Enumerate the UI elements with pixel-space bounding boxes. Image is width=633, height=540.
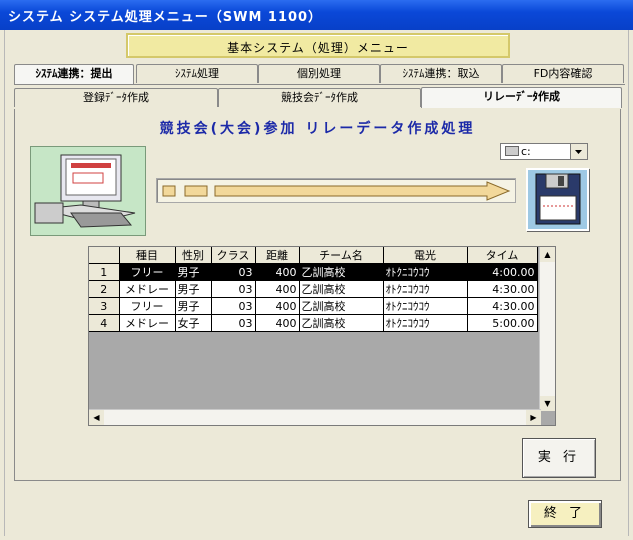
- cell-gender[interactable]: 女子: [175, 314, 212, 332]
- window-title: システム システム処理メニュー（SWM 1100）: [8, 10, 323, 25]
- cell-gender[interactable]: 男子: [175, 297, 212, 315]
- cell-gender[interactable]: 男子: [175, 263, 212, 281]
- col-header[interactable]: タイム: [467, 247, 538, 264]
- col-header[interactable]: 電光: [383, 247, 468, 264]
- tab-label: 個別処理: [297, 67, 341, 80]
- cell-time[interactable]: 5:00.00: [467, 314, 538, 332]
- tab-relay-data[interactable]: リレーﾃﾞｰﾀ作成: [421, 87, 622, 108]
- tab-label: リレーﾃﾞｰﾀ作成: [483, 90, 560, 103]
- cell-time[interactable]: 4:00.00: [467, 263, 538, 281]
- tab-label: ｼｽﾃﾑ連携：取込: [402, 67, 480, 80]
- row-number[interactable]: 1: [89, 263, 120, 281]
- table-row[interactable]: 2 メドレー 男子 03 400 乙訓高校 ｵﾄｸﾆｺｳｺｳ 4:30.00: [89, 280, 538, 298]
- cell-team[interactable]: 乙訓高校: [299, 280, 384, 298]
- cell-display[interactable]: ｵﾄｸﾆｺｳｺｳ: [383, 263, 468, 281]
- scroll-left-icon[interactable]: ◀: [89, 410, 104, 425]
- cell-distance[interactable]: 400: [255, 314, 300, 332]
- table-row[interactable]: 1 フリー 男子 03 400 乙訓高校 ｵﾄｸﾆｺｳｺｳ 4:00.00: [89, 263, 538, 281]
- scroll-up-icon[interactable]: ▲: [540, 247, 555, 262]
- cell-class[interactable]: 03: [211, 297, 256, 315]
- cell-event[interactable]: メドレー: [119, 280, 176, 298]
- floppy-disk-icon: [526, 168, 589, 231]
- tab-label: ｼｽﾃﾑ処理: [175, 67, 219, 80]
- cell-class[interactable]: 03: [211, 314, 256, 332]
- scroll-down-icon[interactable]: ▼: [540, 396, 555, 411]
- row-number[interactable]: 2: [89, 280, 120, 298]
- col-header[interactable]: 性別: [175, 247, 212, 264]
- horizontal-scrollbar[interactable]: ◀ ▶: [89, 409, 541, 425]
- cell-event[interactable]: メドレー: [119, 314, 176, 332]
- row-number[interactable]: 3: [89, 297, 120, 315]
- scroll-right-icon[interactable]: ▶: [526, 410, 541, 425]
- menu-banner: 基本システム（処理）メニュー: [126, 33, 510, 58]
- cell-display[interactable]: ｵﾄｸﾆｺｳｺｳ: [383, 297, 468, 315]
- tab-label: 登録ﾃﾞｰﾀ作成: [83, 91, 149, 104]
- chevron-down-icon[interactable]: [570, 144, 587, 159]
- relay-data-grid[interactable]: 種目 性別 クラス 距離 チーム名 電光 タイム 1 フリー 男子 03 400…: [88, 246, 556, 426]
- tab-label: ｼｽﾃﾑ連携：提出: [35, 67, 113, 80]
- tab-system-link-submit[interactable]: ｼｽﾃﾑ連携：提出: [14, 64, 134, 85]
- transfer-arrow-bar: [156, 178, 516, 203]
- cell-team[interactable]: 乙訓高校: [299, 314, 384, 332]
- computer-illustration: [30, 146, 146, 236]
- cell-distance[interactable]: 400: [255, 297, 300, 315]
- tab-system-link-import[interactable]: ｼｽﾃﾑ連携：取込: [380, 64, 502, 83]
- drive-value: c:: [521, 145, 531, 158]
- cell-distance[interactable]: 400: [255, 263, 300, 281]
- cell-team[interactable]: 乙訓高校: [299, 297, 384, 315]
- table-row[interactable]: 4 メドレー 女子 03 400 乙訓高校 ｵﾄｸﾆｺｳｺｳ 5:00.00: [89, 314, 538, 332]
- tab-competition-data[interactable]: 競技会ﾃﾞｰﾀ作成: [218, 88, 421, 107]
- row-number[interactable]: 4: [89, 314, 120, 332]
- banner-text: 基本システム（処理）メニュー: [227, 41, 409, 55]
- col-header[interactable]: クラス: [211, 247, 256, 264]
- cell-distance[interactable]: 400: [255, 280, 300, 298]
- grid-header: 種目 性別 クラス 距離 チーム名 電光 タイム: [89, 247, 538, 264]
- tab-label: 競技会ﾃﾞｰﾀ作成: [281, 91, 358, 104]
- tab-label: FD内容確認: [533, 67, 593, 80]
- col-header[interactable]: 距離: [255, 247, 300, 264]
- vertical-scrollbar[interactable]: ▲ ▼: [539, 247, 555, 411]
- tab-individual-processing[interactable]: 個別処理: [258, 64, 380, 83]
- tab-divider: [14, 84, 625, 85]
- col-header[interactable]: 種目: [119, 247, 176, 264]
- tab-system-processing[interactable]: ｼｽﾃﾑ処理: [136, 64, 258, 83]
- tab-registration-data[interactable]: 登録ﾃﾞｰﾀ作成: [14, 88, 218, 107]
- page-heading: 競技会(大会)参加 リレーデータ作成処理: [159, 121, 476, 137]
- execute-button[interactable]: 実 行: [522, 438, 596, 478]
- table-row[interactable]: 3 フリー 男子 03 400 乙訓高校 ｵﾄｸﾆｺｳｺｳ 4:30.00: [89, 297, 538, 315]
- end-button[interactable]: 終 了: [528, 500, 602, 528]
- cell-class[interactable]: 03: [211, 280, 256, 298]
- cell-gender[interactable]: 男子: [175, 280, 212, 298]
- cell-team[interactable]: 乙訓高校: [299, 263, 384, 281]
- relay-table: 種目 性別 クラス 距離 チーム名 電光 タイム 1 フリー 男子 03 400…: [89, 247, 538, 332]
- title-bar: システム システム処理メニュー（SWM 1100）: [0, 0, 633, 30]
- cell-time[interactable]: 4:30.00: [467, 280, 538, 298]
- col-header[interactable]: チーム名: [299, 247, 384, 264]
- drive-select[interactable]: c:: [500, 143, 588, 160]
- drive-icon: [505, 146, 519, 156]
- cell-class[interactable]: 03: [211, 263, 256, 281]
- cell-event[interactable]: フリー: [119, 263, 176, 281]
- cell-display[interactable]: ｵﾄｸﾆｺｳｺｳ: [383, 314, 468, 332]
- cell-time[interactable]: 4:30.00: [467, 297, 538, 315]
- corner-cell: [89, 247, 120, 264]
- cell-event[interactable]: フリー: [119, 297, 176, 315]
- tab-fd-content-check[interactable]: FD内容確認: [502, 64, 624, 83]
- cell-display[interactable]: ｵﾄｸﾆｺｳｺｳ: [383, 280, 468, 298]
